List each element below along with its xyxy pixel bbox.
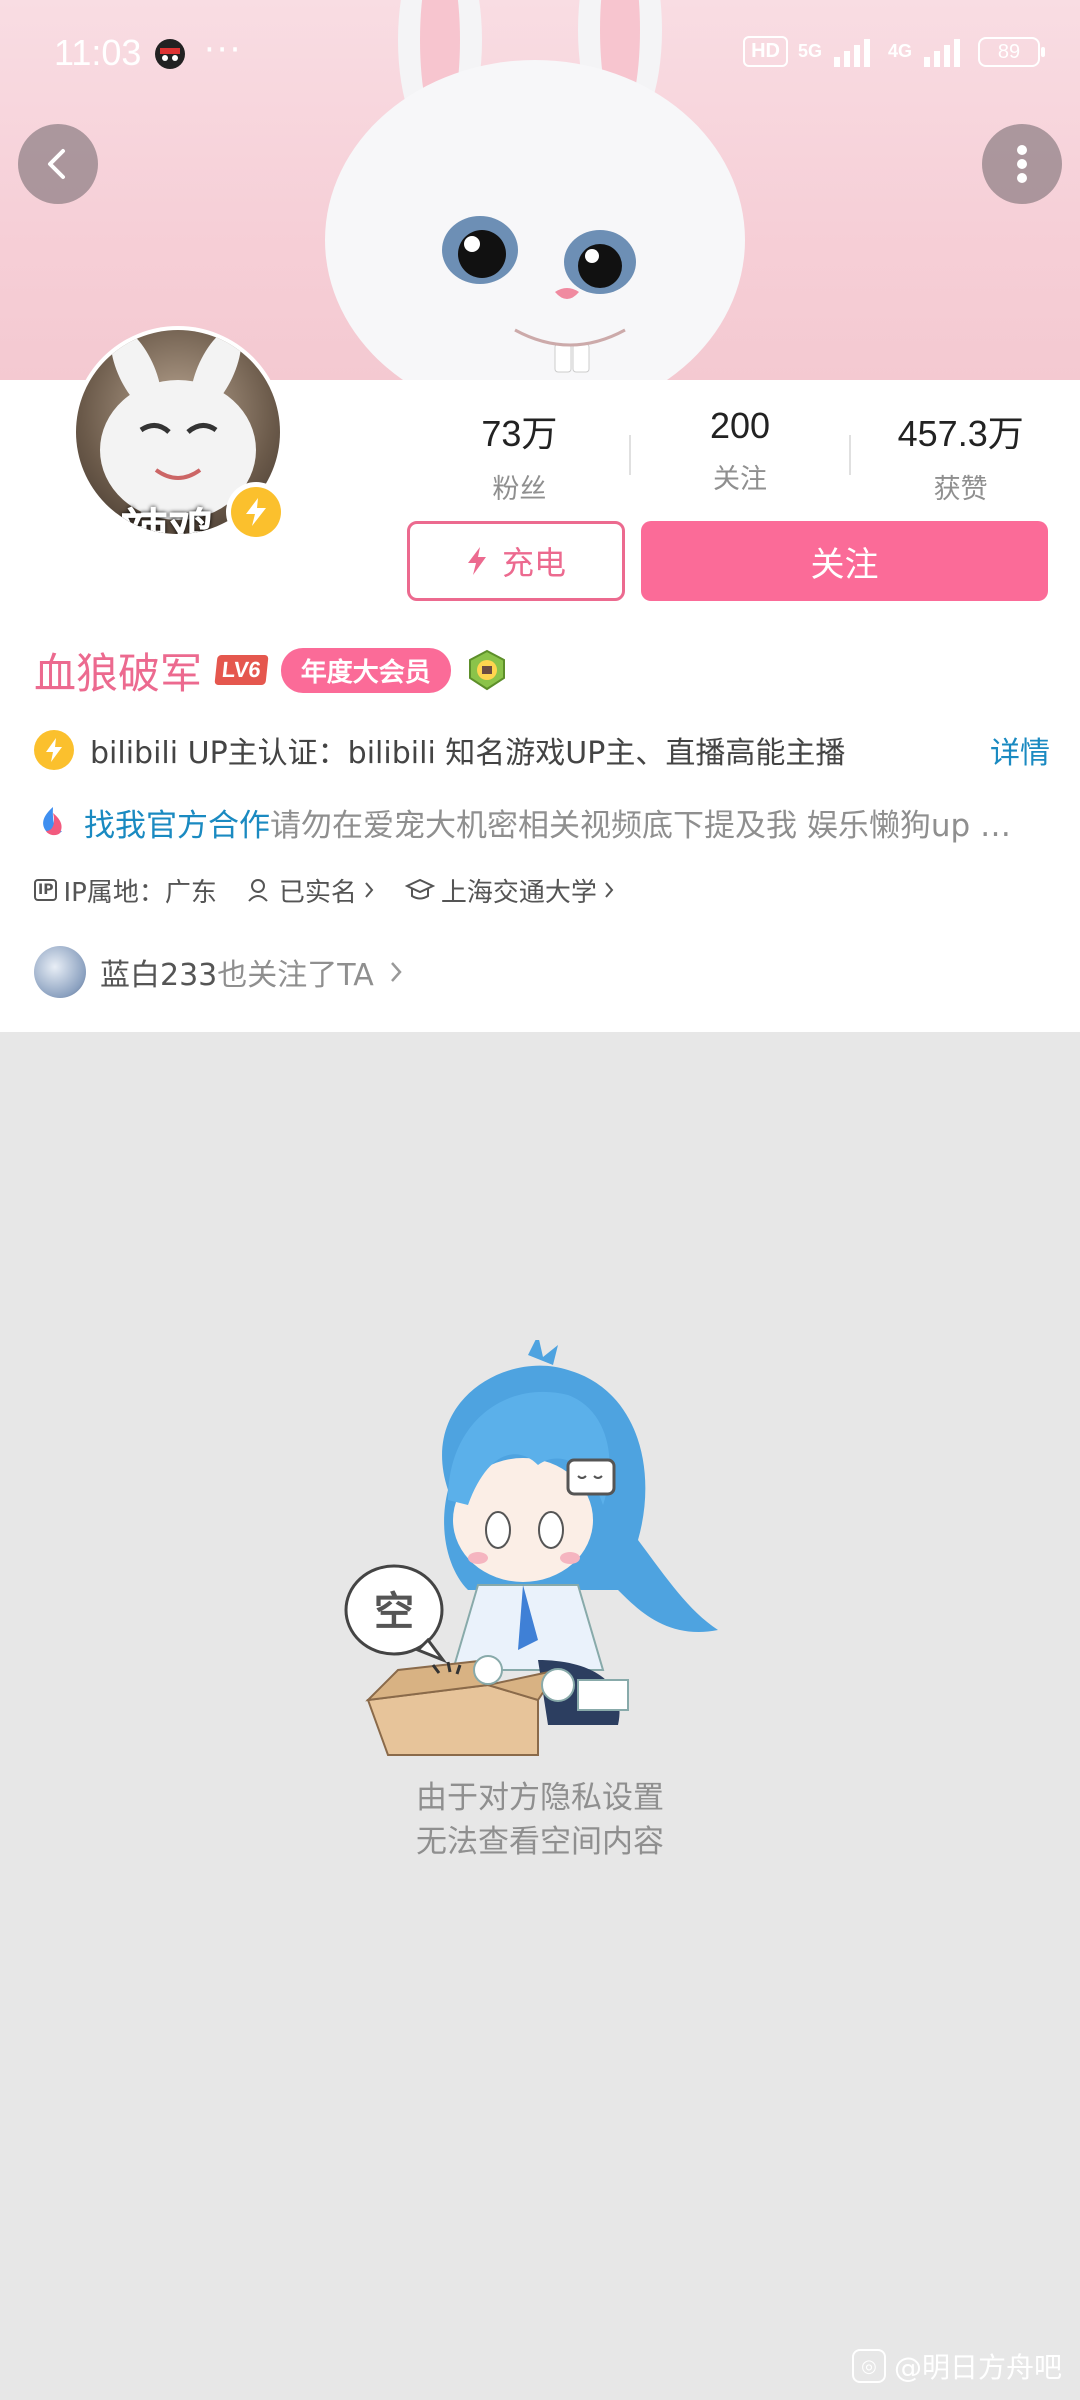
chevron-right-icon bbox=[365, 882, 374, 898]
empty-state-illustration: 空 bbox=[344, 1340, 718, 1756]
ip-icon: IP bbox=[34, 879, 58, 901]
stat-label: 关注 bbox=[713, 464, 767, 495]
battery-icon: 89 bbox=[978, 36, 1045, 67]
mutual-name: 蓝白233 bbox=[100, 958, 218, 993]
bio-row[interactable]: 找我官方合作 请勿在爱宠大机密相关视频底下提及我 娱乐懒狗up … bbox=[34, 796, 1050, 848]
verification-row: bilibili UP主认证：bilibili 知名游戏UP主、直播高能主播 详… bbox=[34, 724, 1050, 776]
username[interactable]: 血狼破军 bbox=[34, 640, 202, 701]
name-row: 血狼破军 LV6 年度大会员 bbox=[34, 640, 509, 700]
mutual-follow-text: 蓝白233也关注了TA bbox=[100, 950, 374, 994]
verified-lightning-icon bbox=[34, 730, 74, 770]
mutual-follow-row[interactable]: 蓝白233也关注了TA bbox=[34, 944, 404, 1000]
more-options-button[interactable] bbox=[982, 124, 1062, 204]
details-link[interactable]: 详情 bbox=[990, 728, 1050, 772]
person-verified-icon bbox=[248, 879, 268, 902]
app-notification-icon bbox=[155, 39, 185, 69]
follow-button[interactable]: 关注 bbox=[641, 521, 1048, 601]
stat-value: 73万 bbox=[481, 413, 558, 454]
empty-state-line2: 无法查看空间内容 bbox=[416, 1824, 664, 1860]
school-text: 上海交通大学 bbox=[440, 877, 597, 908]
cooperation-link[interactable]: 找我官方合作 bbox=[84, 800, 270, 845]
back-button[interactable] bbox=[18, 124, 98, 204]
status-bar: 11:03 ··· HD 5G 4G 89 bbox=[0, 0, 1080, 110]
stat-label: 粉丝 bbox=[492, 474, 547, 505]
mutual-avatar bbox=[34, 946, 86, 998]
watermark: ◎ @明日方舟吧 bbox=[851, 2346, 1062, 2386]
watermark-text: @明日方舟吧 bbox=[893, 2351, 1062, 2384]
charge-button[interactable]: 充电 bbox=[407, 521, 625, 601]
signal-5g-icon bbox=[833, 38, 870, 67]
chevron-right-icon bbox=[390, 962, 402, 982]
charge-label: 充电 bbox=[501, 544, 566, 582]
signal-4g-icon bbox=[924, 38, 960, 67]
stats-row: 73万 粉丝 200 关注 457.3万 获赞 bbox=[410, 405, 1070, 505]
bubble-text: 空 bbox=[374, 1589, 414, 1635]
stat-label: 获赞 bbox=[933, 474, 988, 505]
status-indicators: HD 5G 4G 89 bbox=[743, 36, 1045, 67]
follow-label: 关注 bbox=[810, 544, 879, 585]
network-5g-label: 5G bbox=[797, 41, 822, 61]
stat-fans[interactable]: 73万 粉丝 bbox=[410, 405, 629, 505]
status-more-dots: ··· bbox=[204, 30, 243, 70]
school-item[interactable]: 上海交通大学 bbox=[404, 872, 615, 909]
avatar-caption: 辣鸡 bbox=[120, 504, 217, 534]
bio-text: 请勿在爱宠大机密相关视频底下提及我 娱乐懒狗up … bbox=[270, 807, 1012, 844]
empty-state-line1: 由于对方隐私设置 bbox=[416, 1780, 664, 1816]
lightning-icon bbox=[246, 498, 266, 526]
stat-following[interactable]: 200 关注 bbox=[631, 405, 850, 505]
medal-icon[interactable] bbox=[465, 648, 509, 692]
vip-badge[interactable]: 年度大会员 bbox=[280, 647, 451, 693]
verification-text: bilibili UP主认证：bilibili 知名游戏UP主、直播高能主播 bbox=[90, 736, 846, 771]
graduation-cap-icon bbox=[404, 878, 435, 900]
status-time: 11:03 bbox=[54, 32, 142, 73]
realname-text: 已实名 bbox=[278, 877, 357, 908]
chevron-right-icon bbox=[605, 882, 614, 898]
mutual-suffix: 也关注了TA bbox=[217, 958, 374, 993]
lightning-icon bbox=[467, 547, 486, 575]
stat-value: 200 bbox=[709, 405, 771, 446]
ip-location: IP IP属地：广东 bbox=[34, 872, 217, 909]
more-vertical-icon bbox=[1017, 145, 1027, 183]
ip-location-text: IP属地：广东 bbox=[63, 877, 217, 908]
cooperation-icon bbox=[43, 807, 62, 836]
realname-item[interactable]: 已实名 bbox=[247, 872, 375, 909]
meta-row: IP IP属地：广东 已实名 上海交通大学 bbox=[34, 870, 615, 910]
tieba-icon: ◎ bbox=[851, 2349, 886, 2383]
stat-likes[interactable]: 457.3万 获赞 bbox=[851, 405, 1070, 505]
hd-icon: HD bbox=[743, 36, 788, 67]
network-4g-label: 4G bbox=[887, 41, 912, 61]
stat-value: 457.3万 bbox=[897, 413, 1024, 454]
verified-badge bbox=[226, 482, 286, 542]
level-badge: LV6 bbox=[214, 655, 269, 685]
chevron-left-icon bbox=[48, 149, 65, 179]
